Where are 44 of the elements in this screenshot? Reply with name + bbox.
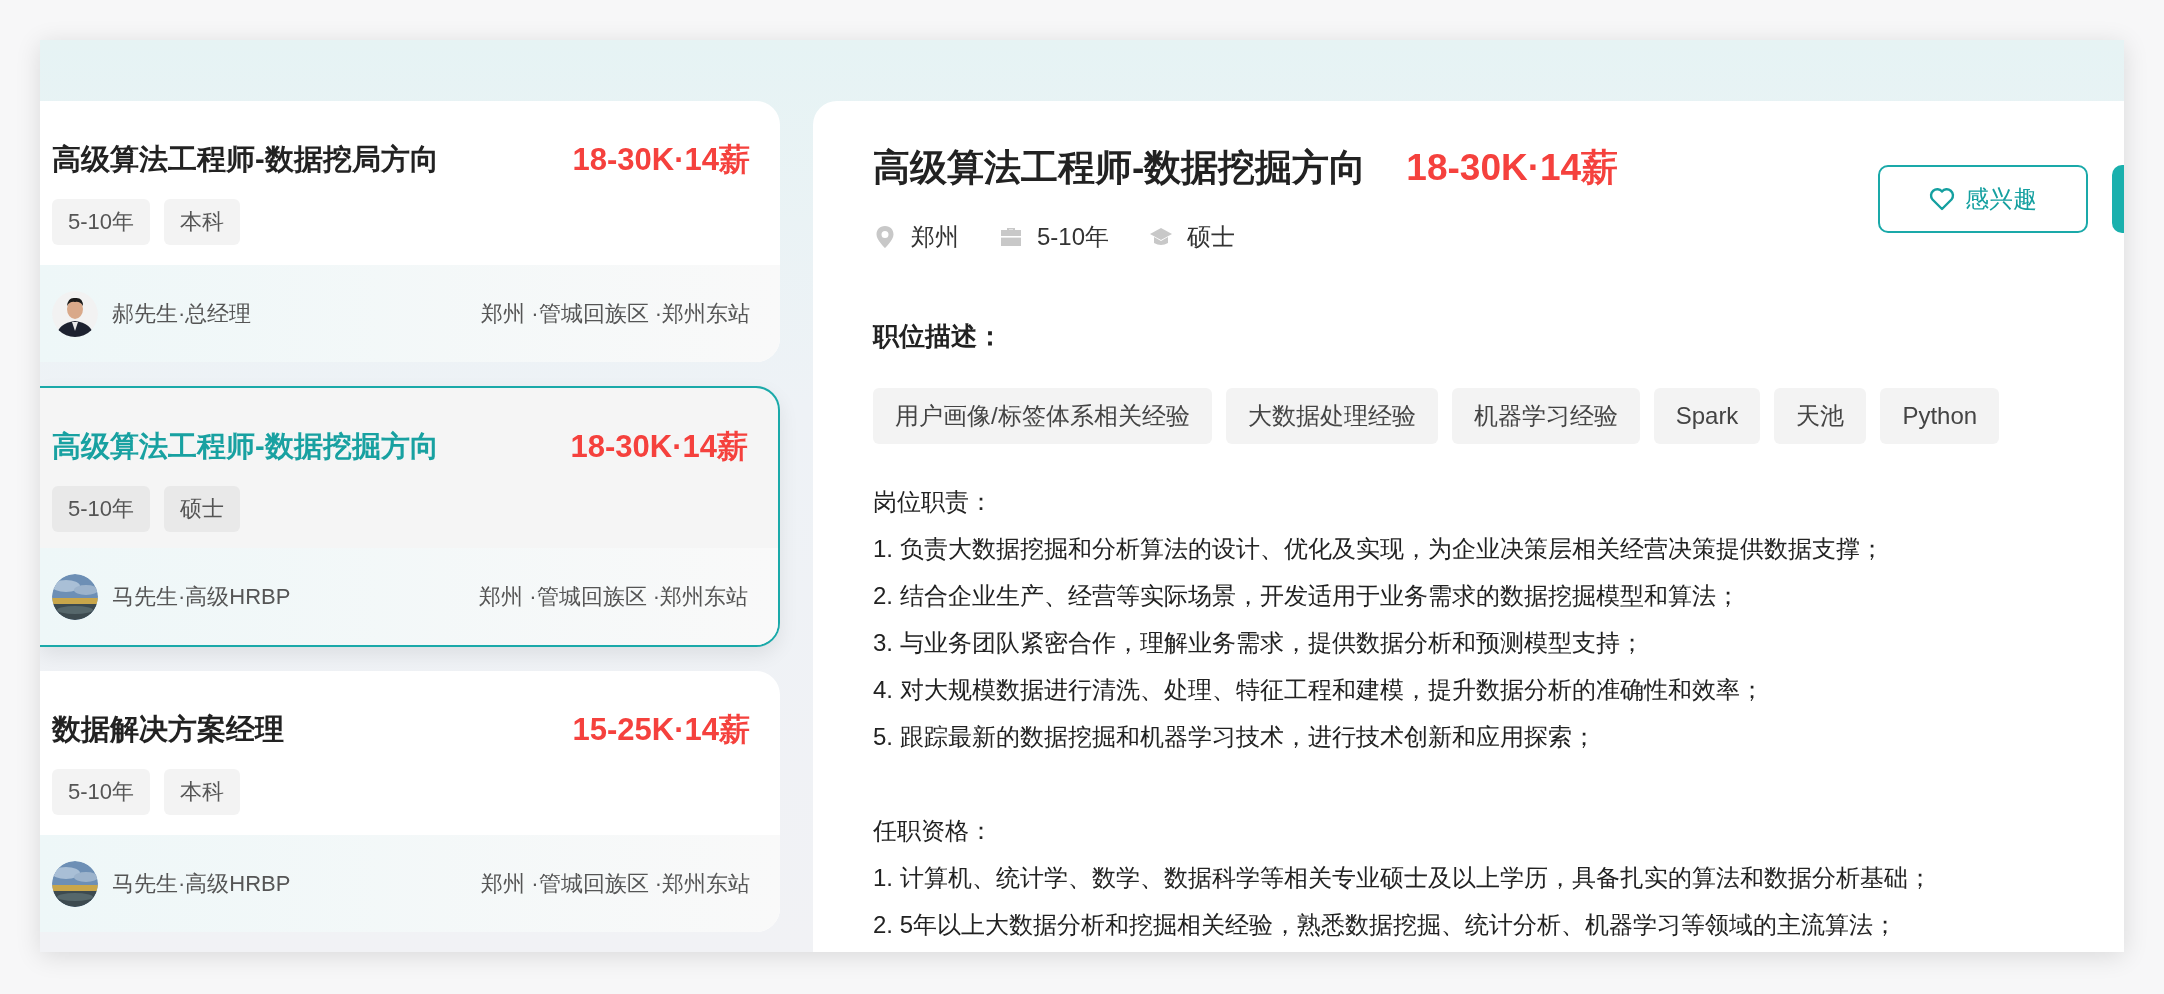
- job-location: 郑州 ·管城回族区 ·郑州东站: [481, 869, 750, 898]
- skill-tag: 机器学习经验: [1451, 388, 1640, 444]
- job-location: 郑州 ·管城回族区 ·郑州东站: [481, 299, 750, 328]
- job-title: 高级算法工程师-数据挖掘方向: [873, 146, 1367, 190]
- recruiter-name: 郝先生·总经理: [112, 299, 252, 328]
- skill-tag: 大数据处理经验: [1225, 388, 1438, 444]
- description-line: 5. 跟踪最新的数据挖掘和机器学习技术，进行技术创新和应用探索；: [873, 722, 1597, 752]
- section-title: 职位描述：: [873, 320, 1004, 353]
- description-line: 2. 结合企业生产、经营等实际场景，开发适用于业务需求的数据挖掘模型和算法；: [873, 581, 1741, 611]
- paragraph-heading: 岗位职责：: [873, 487, 994, 517]
- skill-tag: 用户画像/标签体系相关经验: [873, 388, 1212, 444]
- skill-tag: Spark: [1653, 388, 1761, 444]
- job-card[interactable]: 高级算法工程师-数据挖掘方向 18-30K·14薪 5-10年 硕士 马先生·高级HRBP 郑州 ·管城回族区 ·郑州东站: [40, 386, 780, 647]
- job-tag: 本科: [164, 199, 241, 245]
- description-line: 4. 对大规模数据进行清洗、处理、特征工程和建模，提升数据分析的准确性和效率；: [873, 675, 1765, 705]
- job-tag: 5-10年: [52, 199, 151, 245]
- skill-tag: 天池: [1774, 388, 1867, 444]
- recruiter-name: 马先生·高级HRBP: [112, 869, 291, 898]
- job-tag: 本科: [164, 769, 241, 815]
- job-title: 高级算法工程师-数据挖掘方向: [52, 429, 439, 464]
- job-tag: 硕士: [164, 486, 241, 532]
- heart-icon: [1929, 187, 1955, 211]
- job-card[interactable]: 高级算法工程师-数据挖局方向 18-30K·14薪 5-10年 本科 郝先生·总经理 郑州 ·管城回族区 ·郑州东站: [40, 101, 780, 362]
- description-line: 1. 负责大数据挖掘和分析算法的设计、优化及实现，为企业决策层相关经营决策提供数据支撑；: [873, 534, 1885, 564]
- description-line: 1. 计算机、统计学、数学、数据科学等相关专业硕士及以上学历，具备扎实的算法和数据分析基础；: [873, 863, 1933, 893]
- job-meta: 5-10年: [1037, 222, 1110, 252]
- description-line: 2. 5年以上大数据分析和挖掘相关经验，熟悉数据挖掘、统计分析、机器学习等领域的主流算法；: [873, 910, 1899, 940]
- job-card[interactable]: 数据解决方案经理 15-25K·14薪 5-10年 本科 马先生·高级HRBP 郑州 ·管城回族区 ·郑州东站: [40, 671, 780, 932]
- salary: 18-30K·14薪: [1406, 146, 1619, 190]
- job-title: 数据解决方案经理: [52, 712, 284, 747]
- paragraph-heading: 任职资格：: [873, 816, 994, 846]
- job-meta: 硕士: [1187, 222, 1236, 252]
- salary: 18-30K·14薪: [570, 428, 748, 466]
- skill-tag: Python: [1880, 388, 2000, 444]
- salary: 18-30K·14薪: [572, 141, 750, 179]
- job-meta: 郑州: [911, 222, 959, 252]
- recruiter-name: 马先生·高级HRBP: [112, 582, 291, 611]
- job-title: 高级算法工程师-数据挖局方向: [52, 142, 439, 177]
- description-line: 3. 与业务团队紧密合作，理解业务需求，提供数据分析和预测模型支持；: [873, 628, 1645, 658]
- job-location: 郑州 ·管城回族区 ·郑州东站: [479, 582, 748, 611]
- salary: 15-25K·14薪: [572, 711, 750, 749]
- job-tag: 5-10年: [52, 769, 151, 815]
- job-tag: 5-10年: [52, 486, 151, 532]
- briefcase-icon: [999, 225, 1023, 249]
